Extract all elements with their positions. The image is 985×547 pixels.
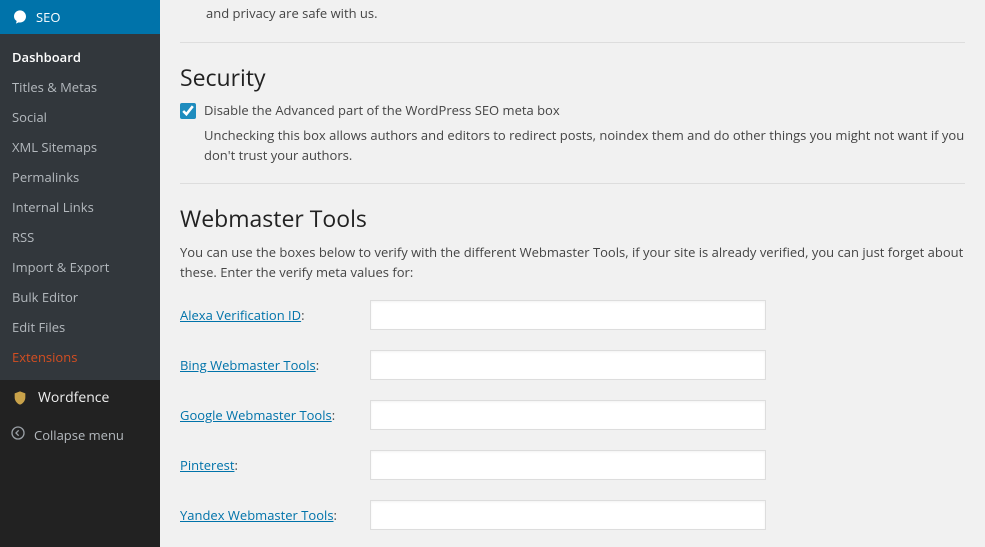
sidebar-seo-header[interactable]: SEO [0,0,160,34]
bing-link[interactable]: Bing Webmaster Tools [180,356,316,374]
sidebar-seo-submenu: Dashboard Titles & Metas Social XML Site… [0,34,160,380]
submenu-item-edit-files[interactable]: Edit Files [0,312,160,342]
collapse-icon [10,425,26,445]
sidebar-item-wordfence[interactable]: Wordfence [0,380,160,415]
pinterest-link[interactable]: Pinterest [180,456,234,474]
field-row-alexa: Alexa Verification ID: [180,300,965,330]
divider [180,183,965,184]
bing-input[interactable] [370,350,766,380]
security-checkbox-row: Disable the Advanced part of the WordPre… [180,101,965,119]
security-description: Unchecking this box allows authors and e… [204,125,965,165]
yoast-icon [12,9,28,25]
submenu-item-import-export[interactable]: Import & Export [0,252,160,282]
security-checkbox-label: Disable the Advanced part of the WordPre… [204,101,560,119]
collapse-menu-label: Collapse menu [34,426,124,444]
field-row-bing: Bing Webmaster Tools: [180,350,965,380]
shield-icon [10,390,30,406]
admin-sidebar: SEO Dashboard Titles & Metas Social XML … [0,0,160,547]
webmaster-tools-form: Alexa Verification ID: Bing Webmaster To… [180,300,965,530]
field-row-google: Google Webmaster Tools: [180,400,965,430]
yandex-link[interactable]: Yandex Webmaster Tools [180,506,334,524]
submenu-item-bulk-editor[interactable]: Bulk Editor [0,282,160,312]
yandex-input[interactable] [370,500,766,530]
submenu-item-extensions[interactable]: Extensions [0,342,160,372]
submenu-item-titles-metas[interactable]: Titles & Metas [0,72,160,102]
intro-text-fragment: and privacy are safe with us. [180,0,965,24]
sidebar-item-label: Wordfence [38,388,109,407]
pinterest-input[interactable] [370,450,766,480]
field-row-yandex: Yandex Webmaster Tools: [180,500,965,530]
google-link[interactable]: Google Webmaster Tools [180,406,332,424]
submenu-item-dashboard[interactable]: Dashboard [0,42,160,72]
security-heading: Security [180,61,965,93]
submenu-item-social[interactable]: Social [0,102,160,132]
submenu-item-internal-links[interactable]: Internal Links [0,192,160,222]
submenu-item-permalinks[interactable]: Permalinks [0,162,160,192]
webmaster-tools-heading: Webmaster Tools [180,202,965,234]
webmaster-tools-intro: You can use the boxes below to verify wi… [180,242,965,282]
divider [180,42,965,43]
submenu-item-rss[interactable]: RSS [0,222,160,252]
collapse-menu-button[interactable]: Collapse menu [0,417,160,453]
field-row-pinterest: Pinterest: [180,450,965,480]
google-input[interactable] [370,400,766,430]
main-content: and privacy are safe with us. Security D… [160,0,985,547]
alexa-input[interactable] [370,300,766,330]
alexa-link[interactable]: Alexa Verification ID [180,306,301,324]
security-disable-advanced-checkbox[interactable] [180,103,196,119]
sidebar-seo-label: SEO [36,8,60,26]
submenu-item-xml-sitemaps[interactable]: XML Sitemaps [0,132,160,162]
